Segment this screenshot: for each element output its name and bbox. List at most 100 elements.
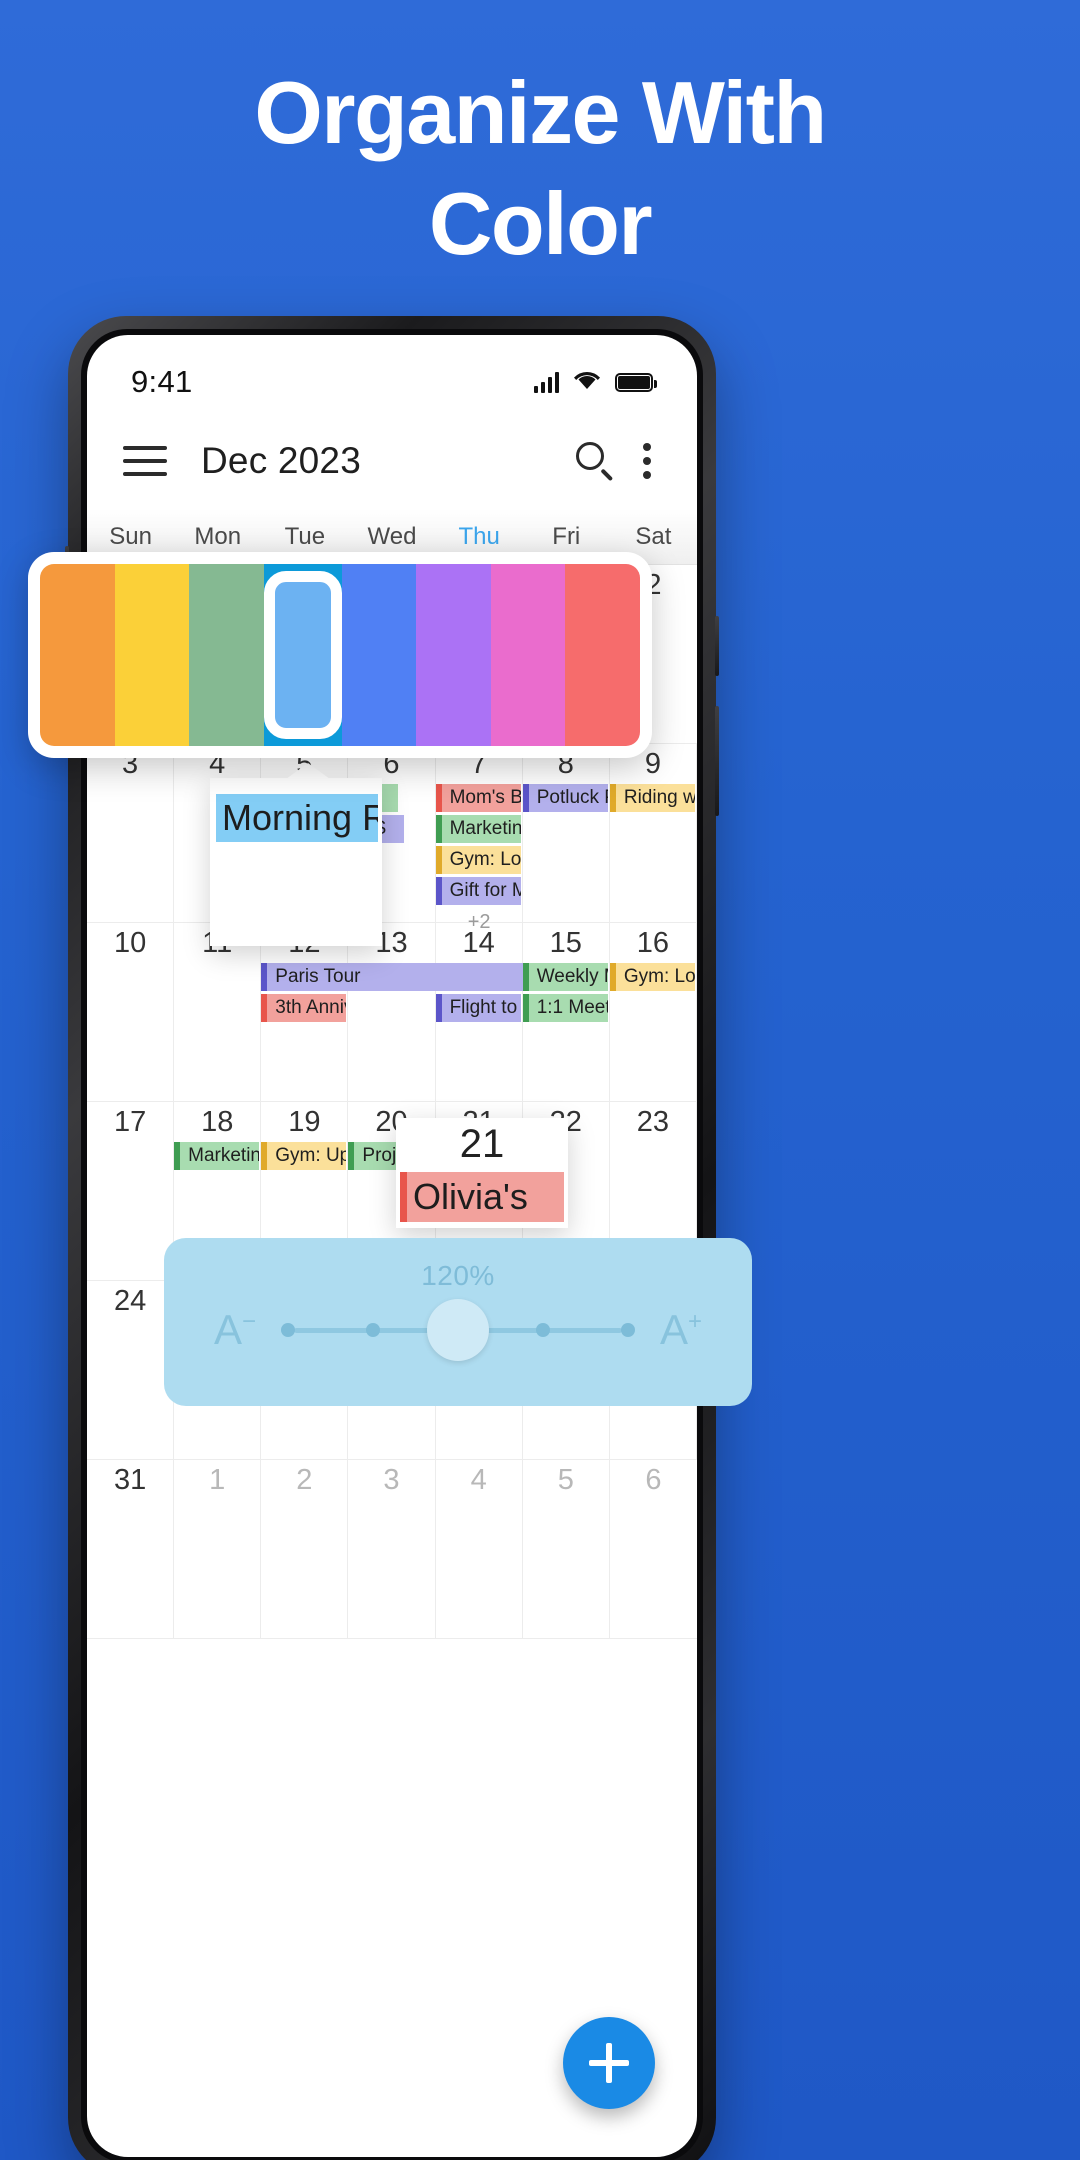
calendar-day-cell[interactable]: 17 xyxy=(87,1102,175,1280)
calendar-event-chip[interactable]: 3th Anniv xyxy=(261,994,347,1022)
calendar-day-cell[interactable]: 3 xyxy=(348,1460,436,1638)
calendar-day-cell[interactable]: 4 xyxy=(436,1460,523,1638)
status-bar: 9:41 xyxy=(87,335,697,413)
day-number: 15 xyxy=(549,927,582,959)
battery-icon xyxy=(615,372,657,392)
slider-tick-3[interactable] xyxy=(536,1323,550,1337)
calendar-day-cell[interactable]: 10 xyxy=(87,923,175,1101)
weekday-sat: Sat xyxy=(635,522,672,550)
calendar-day-cell[interactable]: 5 xyxy=(523,1460,610,1638)
day-number: 6 xyxy=(645,1464,662,1496)
calendar-event-chip[interactable]: Riding wit xyxy=(609,784,695,812)
calendar-day-cell[interactable]: 9 xyxy=(610,744,697,922)
color-palette-popup[interactable] xyxy=(28,552,652,758)
weekday-mon: Mon xyxy=(194,522,242,550)
promo-headline: Organize With Color xyxy=(0,58,1080,280)
calendar-event-chip[interactable]: Flight to C xyxy=(435,994,521,1022)
calendar-day-cell[interactable]: 11 xyxy=(174,923,262,1101)
calendar-day-cell[interactable]: 24 xyxy=(87,1281,175,1459)
weekday-sun: Sun xyxy=(109,522,152,550)
plus-icon xyxy=(589,2043,629,2083)
calendar-day-cell[interactable]: 3 xyxy=(87,744,175,922)
color-swatch-pink[interactable] xyxy=(490,564,566,746)
calendar-event-chip[interactable]: Potluck P xyxy=(522,784,608,812)
day-number: 16 xyxy=(636,927,670,959)
color-swatch-strip xyxy=(40,564,640,746)
color-swatch-orange[interactable] xyxy=(40,564,115,746)
day-number: 24 xyxy=(113,1285,147,1317)
slider-tick-1[interactable] xyxy=(366,1323,380,1337)
day-number: 10 xyxy=(113,927,147,959)
calendar-day-cell[interactable]: 1 xyxy=(174,1460,262,1638)
hamburger-menu-icon[interactable] xyxy=(123,446,167,476)
calendar-event-chip[interactable]: Gym: Upp xyxy=(261,1142,347,1170)
calendar-day-cell[interactable]: 16 xyxy=(610,923,697,1101)
calendar-event-chip[interactable]: Mom's Bir xyxy=(435,784,521,812)
tooltip-caret xyxy=(286,763,330,779)
weekday-fri: Fri xyxy=(552,522,581,550)
increase-font-icon[interactable]: A+ xyxy=(646,1306,716,1354)
weekday-thu: Thu xyxy=(458,522,500,550)
calendar-day-cell[interactable]: 6 xyxy=(610,1460,697,1638)
slider-handle[interactable] xyxy=(427,1299,489,1361)
font-size-slider-track[interactable] xyxy=(281,1299,635,1361)
weekday-wed: Wed xyxy=(367,522,417,550)
color-swatch-yellow[interactable] xyxy=(114,564,190,746)
calendar-week-row: 10111213141516Paris Tour3th AnnivFlight … xyxy=(87,923,697,1102)
calendar-day-cell[interactable]: 13 xyxy=(348,923,436,1101)
search-icon[interactable] xyxy=(573,439,617,483)
day-number: 17 xyxy=(113,1106,147,1138)
add-event-fab[interactable] xyxy=(563,2017,655,2109)
day-number: 31 xyxy=(113,1464,147,1496)
day-number: 23 xyxy=(636,1106,670,1138)
promo-screenshot: Organize With Color 9:41 Dec 2023 Sun Mo… xyxy=(0,0,1080,2160)
day-number: 18 xyxy=(201,1106,234,1138)
color-swatch-red[interactable] xyxy=(565,564,640,746)
selected-swatch-ring xyxy=(263,571,342,739)
slider-tick-0[interactable] xyxy=(281,1323,295,1337)
calendar-event-chip[interactable]: Marketing xyxy=(435,815,521,843)
color-swatch-purple[interactable] xyxy=(416,564,491,746)
font-size-percent-label: 120% xyxy=(421,1260,495,1291)
calendar-event-chip[interactable]: Marketing xyxy=(174,1142,260,1170)
calendar-event-chip[interactable]: Weekly M xyxy=(522,963,608,991)
day-number: 19 xyxy=(288,1106,321,1138)
day-preview-number: 21 xyxy=(459,1122,505,1166)
phone-volume-button xyxy=(715,706,719,816)
calendar-day-cell[interactable]: 31 xyxy=(87,1460,175,1638)
day-preview-event-chip[interactable]: Olivia's xyxy=(400,1172,564,1222)
day-number: 2 xyxy=(296,1464,313,1496)
calendar-day-cell[interactable]: 2 xyxy=(261,1460,349,1638)
page-title[interactable]: Dec 2023 xyxy=(201,440,361,482)
day-number: 1 xyxy=(209,1464,226,1496)
weekday-tue: Tue xyxy=(284,522,326,550)
calendar-day-cell[interactable]: 8 xyxy=(523,744,610,922)
color-swatch-green[interactable] xyxy=(189,564,264,746)
decrease-font-icon[interactable]: A− xyxy=(200,1306,270,1354)
overflow-menu-icon[interactable] xyxy=(643,443,653,479)
status-icon-group xyxy=(533,369,657,396)
calendar-event-chip[interactable]: Gift for M xyxy=(435,877,521,905)
tooltip-event-chip[interactable]: Morning R xyxy=(216,794,378,842)
calendar-week-row: 31 1 2 3 4 5 6 xyxy=(87,1460,697,1639)
calendar-event-chip[interactable]: Gym: Low xyxy=(609,963,695,991)
headline-line-1: Organize With xyxy=(254,63,827,162)
day-number: 4 xyxy=(470,1464,487,1496)
calendar-week-row: 3456789erviewcery SMom's BirMarketingGym… xyxy=(87,744,697,933)
day-number: 5 xyxy=(557,1464,574,1496)
signal-icon xyxy=(533,371,559,393)
color-swatch-blue[interactable] xyxy=(341,564,417,746)
status-clock: 9:41 xyxy=(131,364,193,399)
color-swatch-light-blue[interactable] xyxy=(263,564,342,746)
calendar-event-chip[interactable]: Gym: Low xyxy=(435,846,521,874)
day-number: 3 xyxy=(383,1464,400,1496)
app-toolbar: Dec 2023 xyxy=(87,413,697,509)
calendar-event-chip[interactable]: 1:1 Meetin xyxy=(522,994,608,1022)
wifi-icon xyxy=(572,369,602,396)
font-size-slider-panel[interactable]: 120% A− A+ xyxy=(164,1238,752,1406)
font-size-slider-row: A− A+ xyxy=(164,1292,752,1361)
phone-power-button xyxy=(715,616,719,676)
more-events-label[interactable]: +2 xyxy=(436,908,523,936)
headline-line-2: Color xyxy=(428,173,653,273)
slider-tick-4[interactable] xyxy=(621,1323,635,1337)
